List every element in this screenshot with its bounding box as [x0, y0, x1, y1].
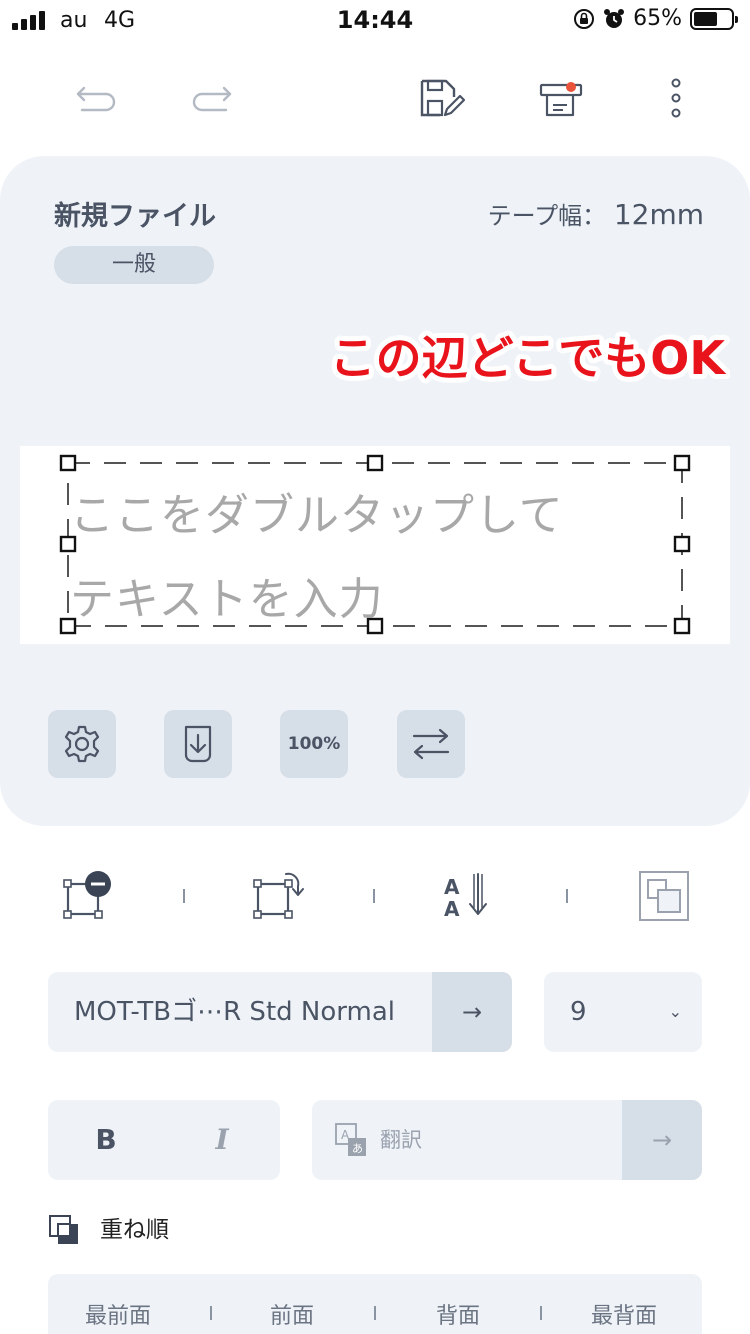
text-direction-button[interactable]: A A: [438, 866, 498, 926]
undo-button[interactable]: [72, 76, 120, 120]
translate-label: 翻訳: [380, 1128, 422, 1152]
status-right: 65%: [573, 6, 738, 31]
font-size-value: 9: [570, 997, 587, 1027]
save-button[interactable]: [418, 76, 466, 120]
save-icon: [420, 79, 466, 117]
text-placeholder[interactable]: ここをダブルタップして テキストを入力: [70, 474, 670, 642]
chevron-down-icon: ⌄: [668, 1002, 682, 1021]
send-backward-button[interactable]: 背面: [388, 1298, 528, 1330]
settings-icon: [64, 725, 100, 763]
import-icon: [184, 725, 212, 763]
bold-button[interactable]: B: [68, 1100, 144, 1180]
zoom-button[interactable]: 100%: [280, 710, 348, 778]
divider: [540, 1306, 542, 1320]
resize-handle[interactable]: [673, 535, 691, 553]
tape-width-value: 12mm: [613, 198, 704, 231]
resize-handle[interactable]: [59, 454, 77, 472]
bring-to-front-button[interactable]: 最前面: [48, 1298, 188, 1330]
category-badge[interactable]: 一般: [54, 246, 214, 284]
resize-handle[interactable]: [366, 454, 384, 472]
font-family-value: MOT-TBゴ⋯R Std Normal: [74, 997, 395, 1027]
swap-button[interactable]: [397, 710, 465, 778]
bring-forward-button[interactable]: 前面: [222, 1298, 362, 1330]
svg-text:A: A: [444, 875, 460, 899]
rotation-lock-icon: [574, 8, 595, 29]
status-bar: au 4G 14:44 65%: [0, 0, 750, 40]
swap-icon: [412, 728, 450, 760]
layer-order-icon: [49, 1215, 78, 1244]
rotate-object-icon: [253, 872, 304, 919]
print-button[interactable]: [538, 76, 586, 120]
translate-icon: A あ: [335, 1123, 366, 1156]
divider: [373, 889, 375, 903]
battery-level: [694, 11, 718, 26]
import-button[interactable]: [164, 710, 232, 778]
group-button[interactable]: [634, 866, 694, 926]
divider: [183, 889, 185, 903]
alarm-icon: [604, 8, 625, 28]
battery-percent: 65%: [633, 6, 682, 31]
divider: [374, 1306, 376, 1320]
layer-order-title: 重ね順: [100, 1217, 169, 1243]
zoom-level: 100%: [287, 734, 341, 754]
print-notification-badge: [566, 82, 576, 92]
divider: [210, 1306, 212, 1320]
more-button[interactable]: [652, 76, 700, 120]
resize-handle[interactable]: [673, 454, 691, 472]
divider: [566, 889, 568, 903]
file-name: 新規ファイル: [54, 201, 216, 232]
annotation-callout: この辺どこでもOK: [325, 326, 730, 390]
text-style-group: B I: [48, 1100, 280, 1180]
layer-order-bar: 最前面 前面 背面 最背面: [48, 1274, 702, 1334]
battery-icon: [690, 7, 738, 30]
text-direction-icon: A A: [444, 873, 487, 921]
translate-button[interactable]: A あ 翻訳 →: [312, 1100, 702, 1180]
font-family-select[interactable]: MOT-TBゴ⋯R Std Normal →: [48, 972, 512, 1052]
rotate-object-button[interactable]: [246, 866, 306, 926]
more-icon: [671, 78, 681, 118]
svg-text:A: A: [444, 897, 460, 921]
tape-width: テープ幅： 12mm: [488, 196, 704, 231]
undo-icon: [76, 86, 116, 112]
redo-icon: [192, 86, 232, 112]
send-to-back-button[interactable]: 最背面: [554, 1298, 694, 1330]
font-family-arrow-button[interactable]: →: [432, 972, 512, 1052]
annotation-text: この辺どこでもOK: [330, 331, 728, 385]
tape-width-label: テープ幅：: [487, 202, 607, 230]
italic-button[interactable]: I: [184, 1100, 260, 1180]
group-icon: [639, 871, 689, 921]
translate-arrow-button[interactable]: →: [622, 1100, 702, 1180]
settings-button[interactable]: [48, 710, 116, 778]
redo-button[interactable]: [188, 76, 236, 120]
font-size-select[interactable]: 9 ⌄: [544, 972, 702, 1052]
svg-text:あ: あ: [352, 1142, 363, 1155]
remove-object-icon: [63, 871, 111, 919]
remove-object-button[interactable]: [56, 866, 116, 926]
resize-handle[interactable]: [673, 617, 691, 635]
print-icon: [539, 82, 583, 117]
